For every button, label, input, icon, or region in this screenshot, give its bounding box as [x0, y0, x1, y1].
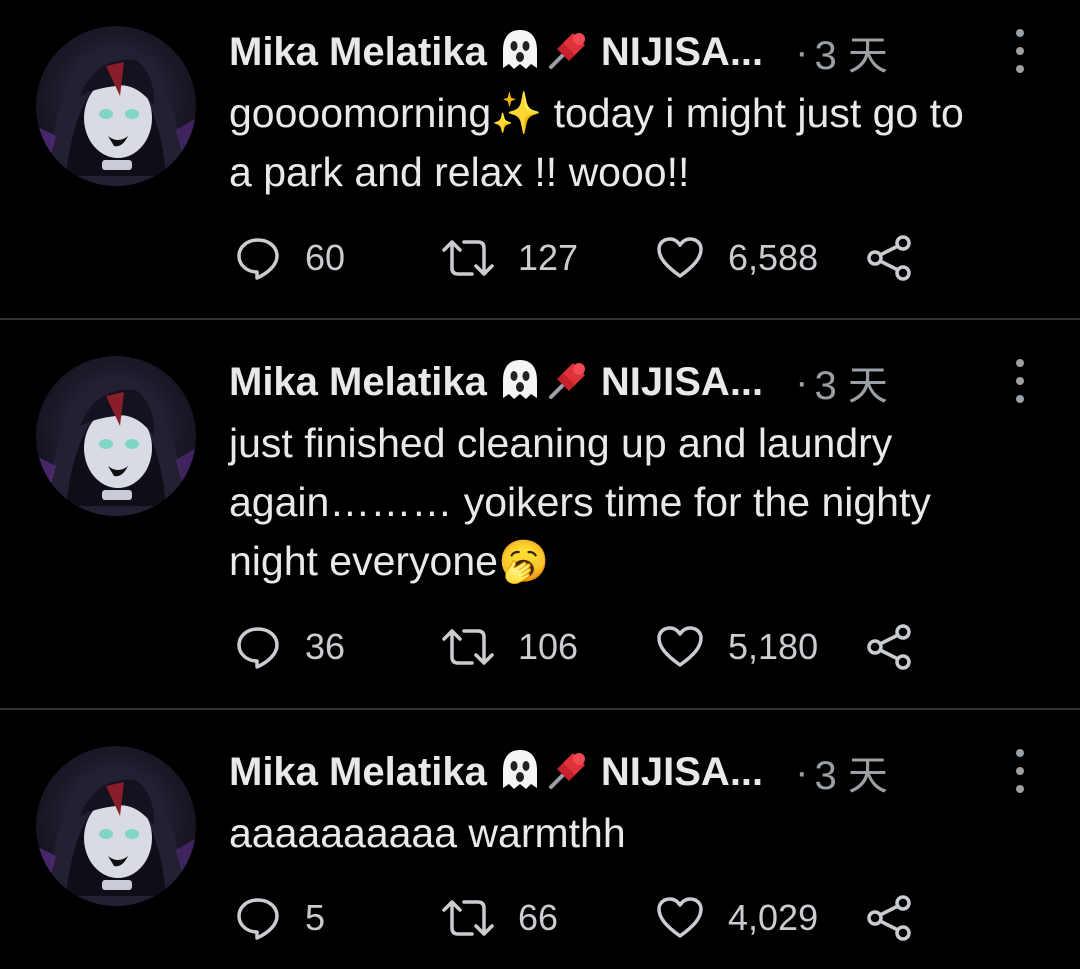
action-bar: 5 66 4,029 [229, 893, 929, 943]
heart-icon [657, 897, 703, 938]
retweet-count: 127 [518, 237, 579, 278]
heart-icon [657, 237, 703, 278]
author-handle[interactable]: NIJISA... [601, 30, 763, 75]
avatar-image [36, 46, 196, 186]
like-count: 4,029 [728, 897, 819, 938]
like-button[interactable]: 6,588 [656, 233, 818, 283]
author-handle[interactable]: NIJISA... [601, 360, 763, 405]
tweet-text-line: goooomorning✨ today i might just go to [229, 90, 964, 136]
reply-count: 5 [305, 897, 326, 938]
tweet-header: Mika Melatika NIJISA... · 3 天 [229, 22, 888, 82]
timestamp[interactable]: 3 天 [814, 743, 887, 801]
tweet[interactable]: Mika Melatika NIJISA... · 3 天 aaaaaaaaaa… [0, 710, 1080, 969]
author-handle[interactable]: NIJISA... [601, 750, 763, 795]
share-icon [867, 235, 911, 281]
action-bar: 60 127 6,588 [229, 233, 929, 283]
tweet-text-line: a park and relax !! wooo!! [229, 149, 690, 195]
pushpin-emoji-icon [545, 357, 591, 408]
share-button[interactable] [866, 893, 914, 943]
ghost-emoji-icon [499, 28, 541, 77]
avatar[interactable] [36, 356, 196, 516]
share-button[interactable] [866, 233, 914, 283]
retweet-button[interactable]: 127 [442, 233, 578, 283]
separator-dot: · [795, 29, 809, 74]
more-vertical-icon[interactable] [1008, 29, 1032, 73]
reply-count: 36 [305, 626, 346, 667]
reply-icon [237, 898, 279, 940]
tweet-text-line: night everyone🥱 [229, 538, 550, 584]
avatar-image [36, 766, 196, 906]
reply-button[interactable]: 60 [235, 233, 345, 283]
like-count: 6,588 [728, 237, 819, 278]
tweet-header: Mika Melatika NIJISA... · 3 天 [229, 742, 888, 802]
reply-button[interactable]: 36 [235, 622, 345, 672]
tweet-text-line: again……… yoikers time for the nighty [229, 479, 931, 525]
avatar[interactable] [36, 26, 196, 186]
ghost-emoji-icon [499, 748, 541, 797]
separator-dot: · [795, 749, 809, 794]
author-name[interactable]: Mika Melatika [229, 750, 487, 795]
author-name[interactable]: Mika Melatika [229, 360, 487, 405]
action-bar: 36 106 5,180 [229, 622, 929, 672]
share-button[interactable] [866, 622, 914, 672]
tweet-text-line: just finished cleaning up and laundry [229, 420, 893, 466]
tweet[interactable]: Mika Melatika NIJISA... · 3 天 goooomorni… [0, 0, 1080, 318]
tweet-text-line: aaaaaaaaaa warmthh [229, 810, 626, 856]
timestamp[interactable]: 3 天 [814, 23, 887, 81]
pushpin-emoji-icon [545, 27, 591, 78]
avatar[interactable] [36, 746, 196, 906]
retweet-icon [442, 240, 494, 276]
avatar-image [36, 376, 196, 516]
reply-button[interactable]: 5 [235, 893, 325, 943]
retweet-count: 106 [518, 626, 579, 667]
tweet[interactable]: Mika Melatika NIJISA... · 3 天 just finis… [0, 320, 1080, 708]
retweet-icon [442, 629, 494, 665]
timestamp[interactable]: 3 天 [814, 353, 887, 411]
retweet-button[interactable]: 106 [442, 622, 578, 672]
more-vertical-icon[interactable] [1008, 359, 1032, 403]
tweet-text: aaaaaaaaaa warmthh [229, 804, 1049, 863]
like-button[interactable]: 5,180 [656, 622, 818, 672]
share-icon [867, 624, 911, 670]
pushpin-emoji-icon [545, 747, 591, 798]
author-name[interactable]: Mika Melatika [229, 30, 487, 75]
like-count: 5,180 [728, 626, 819, 667]
tweet-text: just finished cleaning up and laundry ag… [229, 414, 1049, 591]
retweet-button[interactable]: 66 [442, 893, 558, 943]
retweet-icon [442, 900, 494, 936]
share-icon [867, 895, 911, 941]
reply-count: 60 [305, 237, 346, 278]
separator-dot: · [795, 359, 809, 404]
tweet-header: Mika Melatika NIJISA... · 3 天 [229, 352, 888, 412]
more-vertical-icon[interactable] [1008, 749, 1032, 793]
ghost-emoji-icon [499, 358, 541, 407]
retweet-count: 66 [518, 897, 559, 938]
reply-icon [237, 238, 279, 280]
tweet-text: goooomorning✨ today i might just go to a… [229, 84, 1049, 202]
like-button[interactable]: 4,029 [656, 893, 818, 943]
reply-icon [237, 627, 279, 669]
heart-icon [657, 626, 703, 667]
